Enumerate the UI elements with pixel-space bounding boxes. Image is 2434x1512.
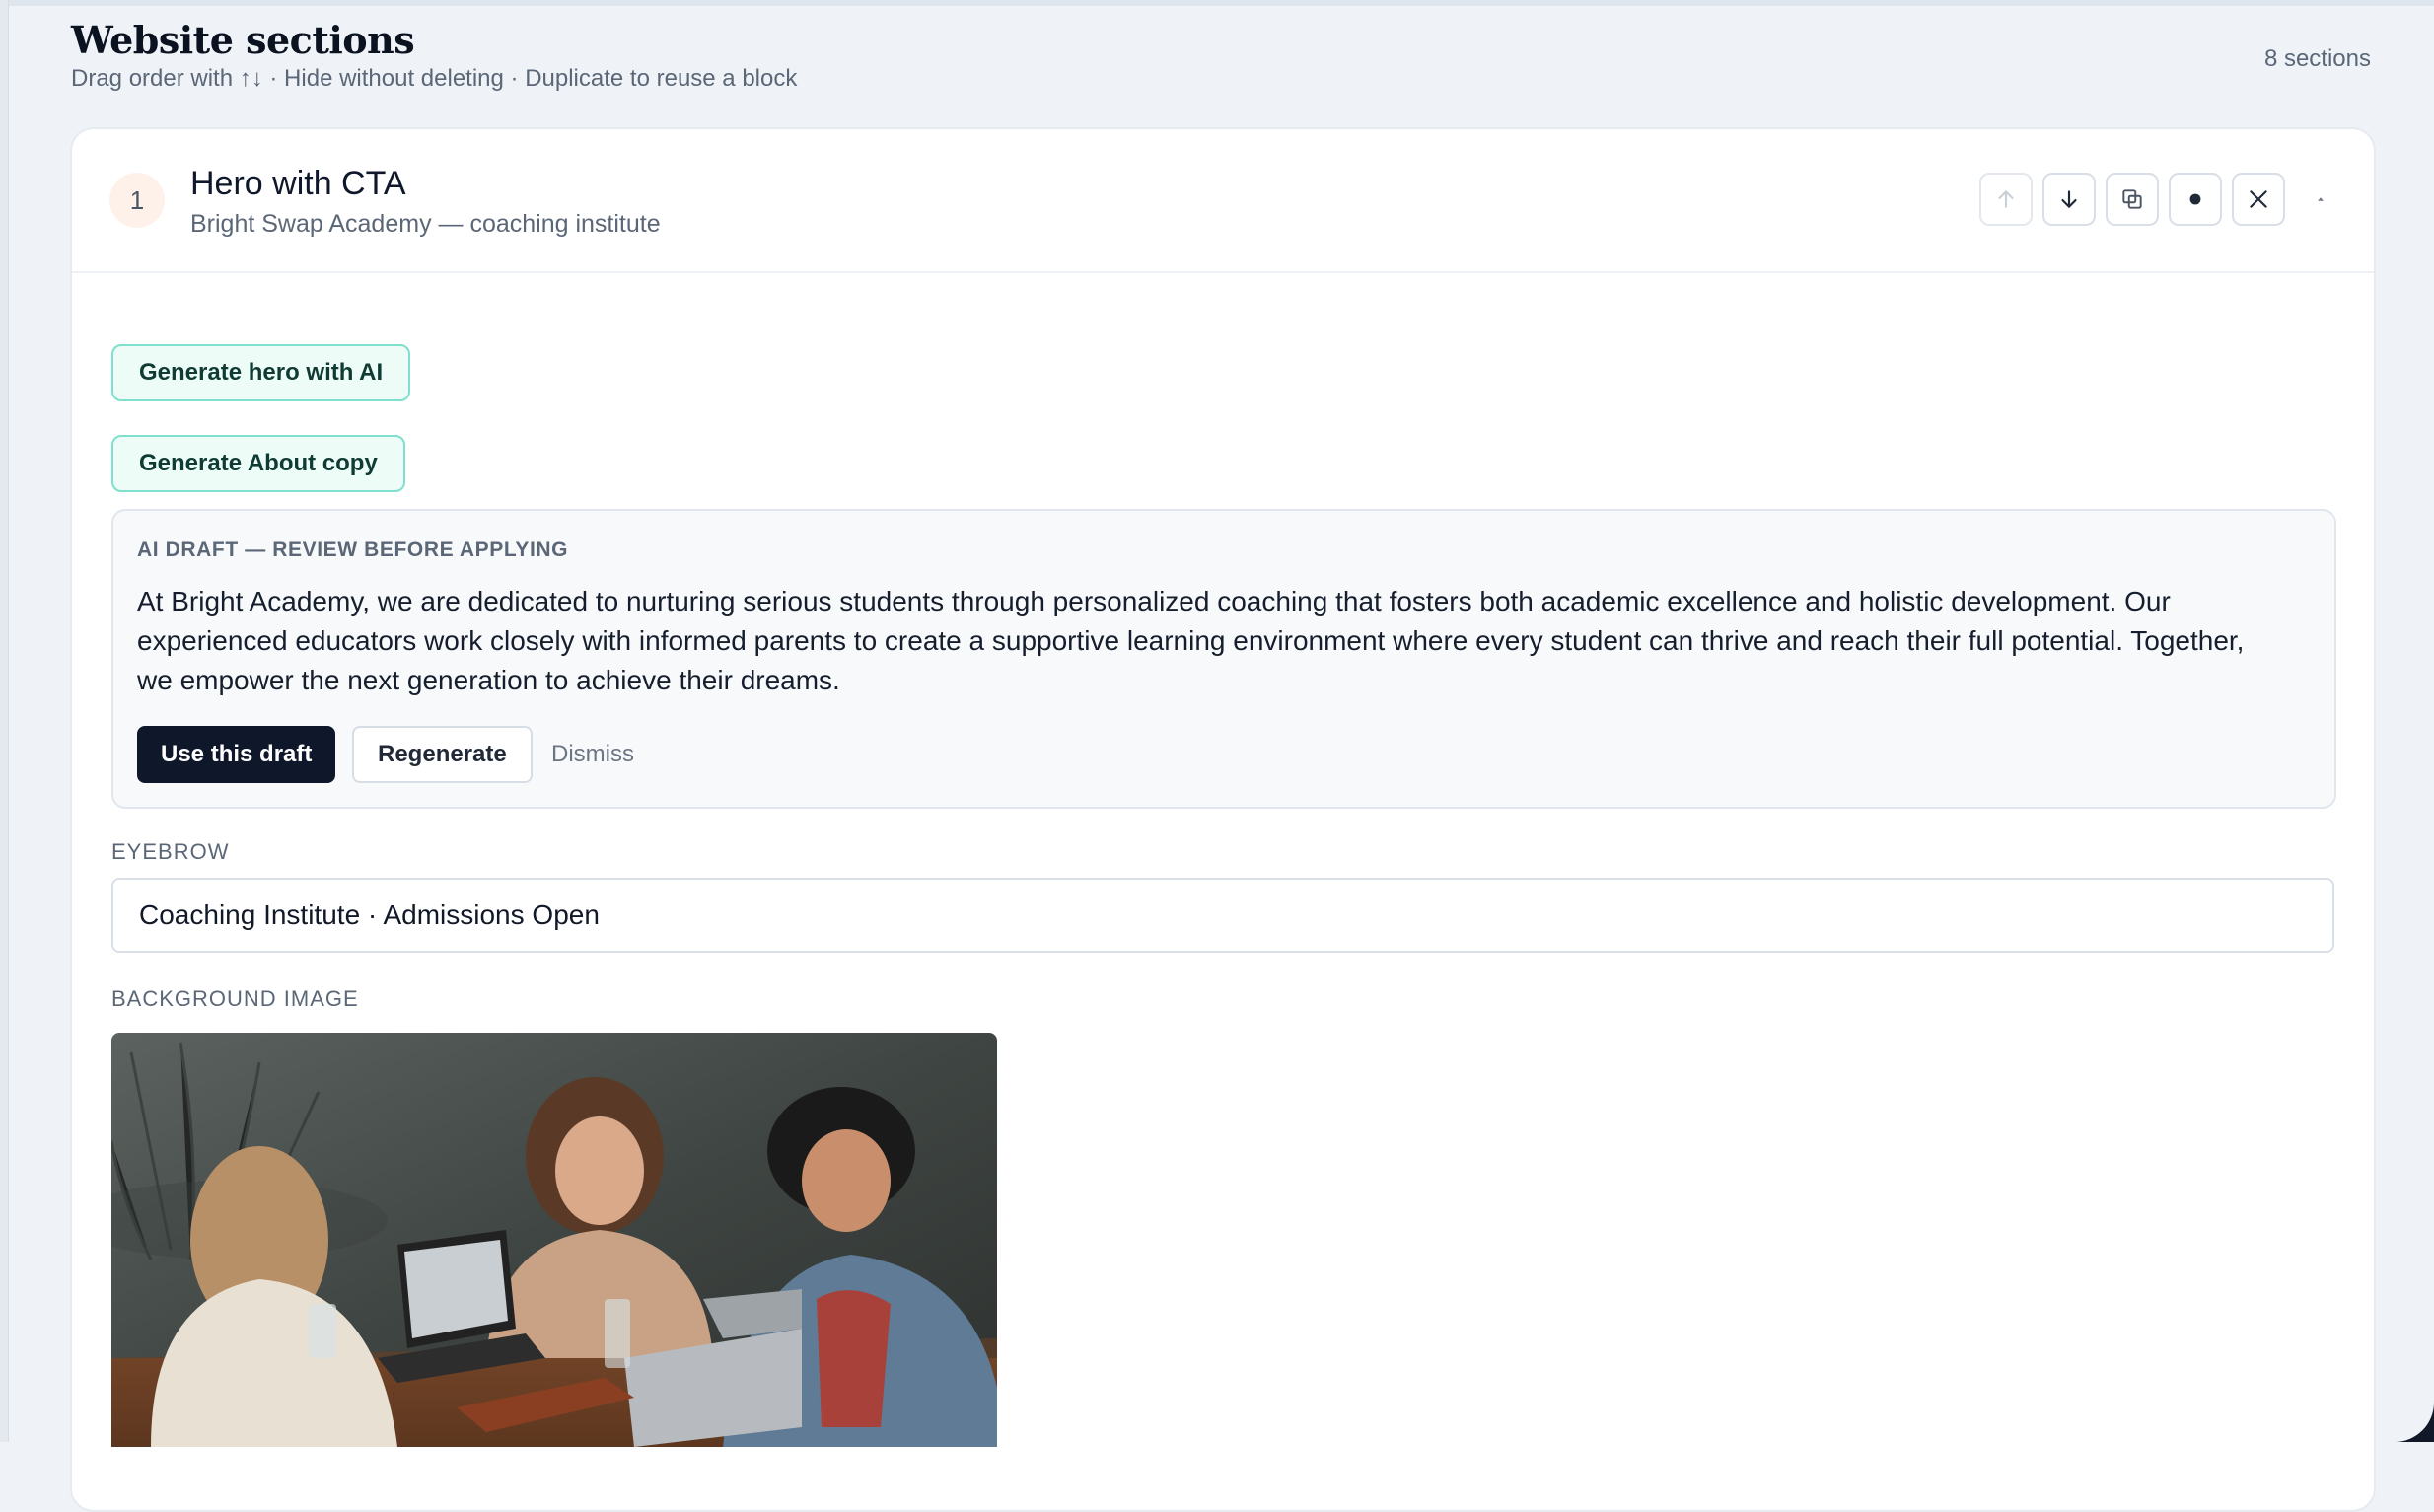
background-image-label: BACKGROUND IMAGE: [111, 986, 359, 1011]
section-header[interactable]: 1 Hero with CTA Bright Swap Academy — co…: [72, 129, 2374, 273]
section-count: 8 sections: [2263, 45, 2371, 72]
ai-draft-label: AI DRAFT — REVIEW BEFORE APPLYING: [137, 539, 569, 561]
section-title: Hero with CTA: [190, 165, 406, 202]
section-number-badge: 1: [109, 173, 165, 228]
eyebrow-label: EYEBROW: [111, 839, 230, 864]
generate-hero-button[interactable]: Generate hero with AI: [111, 344, 411, 401]
window-top-border: [0, 0, 2434, 6]
duplicate-icon: [2122, 189, 2142, 209]
close-icon: [2250, 190, 2267, 208]
move-down-button[interactable]: [2042, 173, 2096, 226]
eyebrow-input[interactable]: Coaching Institute · Admissions Open: [111, 878, 2334, 953]
background-image-preview[interactable]: [111, 1033, 997, 1447]
arrow-down-icon: [2061, 190, 2077, 208]
students-photo-image: [111, 1033, 997, 1447]
delete-section-button[interactable]: [2232, 173, 2285, 226]
ai-draft-text: At Bright Academy, we are dedicated to n…: [137, 586, 2245, 695]
page-title: Website sections: [71, 18, 415, 62]
dismiss-link[interactable]: Dismiss: [551, 741, 634, 768]
section-toolbar: [1979, 173, 2332, 226]
move-up-button[interactable]: [1979, 173, 2033, 226]
regenerate-button[interactable]: Regenerate: [352, 726, 533, 783]
ai-draft-panel: AI DRAFT — REVIEW BEFORE APPLYING At Bri…: [111, 509, 2336, 809]
page-subtitle: Drag order with ↑↓ · Hide without deleti…: [71, 65, 798, 92]
collapse-toggle[interactable]: [2309, 187, 2332, 211]
toggle-visibility-button[interactable]: [2169, 173, 2222, 226]
section-card: 1 Hero with CTA Bright Swap Academy — co…: [70, 127, 2376, 1512]
window-corner: [2391, 1393, 2434, 1442]
caret-up-icon: [2318, 197, 2324, 201]
section-subtitle: Bright Swap Academy — coaching institute: [190, 210, 661, 238]
use-draft-button[interactable]: Use this draft: [137, 726, 336, 783]
arrow-up-icon: [1998, 190, 2014, 208]
dot-icon: [2189, 193, 2201, 205]
generate-about-button[interactable]: Generate About copy: [111, 435, 405, 492]
duplicate-button[interactable]: [2106, 173, 2159, 226]
left-rail: [0, 0, 9, 1442]
